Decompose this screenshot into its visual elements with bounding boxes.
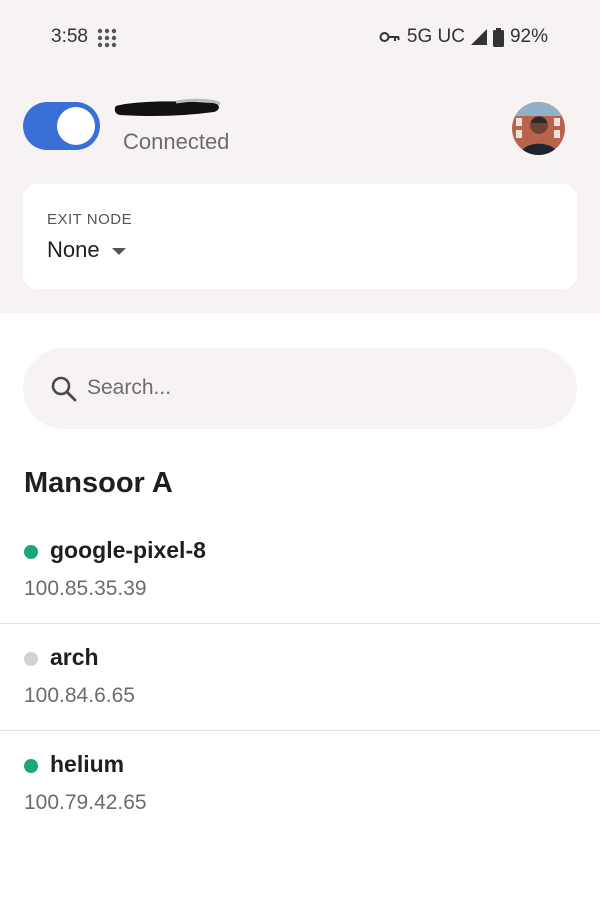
network-type: 5G UC: [406, 26, 465, 47]
online-status-dot: [24, 759, 38, 773]
device-row[interactable]: google-pixel-8 100.85.35.39: [0, 517, 600, 624]
offline-status-dot: [24, 652, 38, 666]
header-area: 3:58 5G UC 92% Connected EXIT NODE None: [0, 0, 600, 313]
owner-name: Mansoor A: [24, 467, 173, 499]
battery-icon: [492, 27, 504, 47]
device-ip: 100.84.6.65: [24, 684, 135, 707]
device-ip: 100.79.42.65: [24, 791, 147, 814]
exit-node-card[interactable]: EXIT NODE None: [23, 184, 577, 289]
connection-status: Connected: [123, 129, 230, 154]
exit-node-label: EXIT NODE: [47, 211, 133, 228]
vpn-toggle[interactable]: [23, 102, 100, 150]
device-name: google-pixel-8: [50, 537, 206, 563]
device-name: arch: [50, 644, 99, 670]
online-status-dot: [24, 545, 38, 559]
exit-node-selector[interactable]: None: [47, 237, 126, 263]
device-row[interactable]: helium 100.79.42.65: [0, 731, 600, 838]
vpn-key-icon: [379, 32, 400, 42]
avatar-photo: [512, 102, 565, 155]
avatar[interactable]: [512, 102, 565, 155]
toggle-knob: [57, 107, 95, 145]
search-input[interactable]: [87, 368, 547, 408]
system-icons: 5G UC 92%: [379, 25, 548, 49]
device-list: google-pixel-8 100.85.35.39 arch 100.84.…: [0, 517, 600, 838]
search-icon: [51, 376, 77, 402]
dropdown-caret-icon: [111, 248, 126, 255]
exit-node-value: None: [47, 237, 100, 262]
device-name: helium: [50, 751, 125, 777]
notification-dots-icon: [97, 28, 117, 48]
device-ip: 100.85.35.39: [24, 577, 147, 600]
search-bar[interactable]: [23, 348, 577, 429]
signal-icon: [470, 29, 487, 45]
device-row[interactable]: arch 100.84.6.65: [0, 624, 600, 731]
battery-percent: 92%: [509, 26, 548, 47]
status-bar: 3:58 5G UC 92%: [0, 0, 600, 76]
status-time: 3:58: [51, 26, 88, 47]
redacted-network-name: [114, 98, 221, 116]
